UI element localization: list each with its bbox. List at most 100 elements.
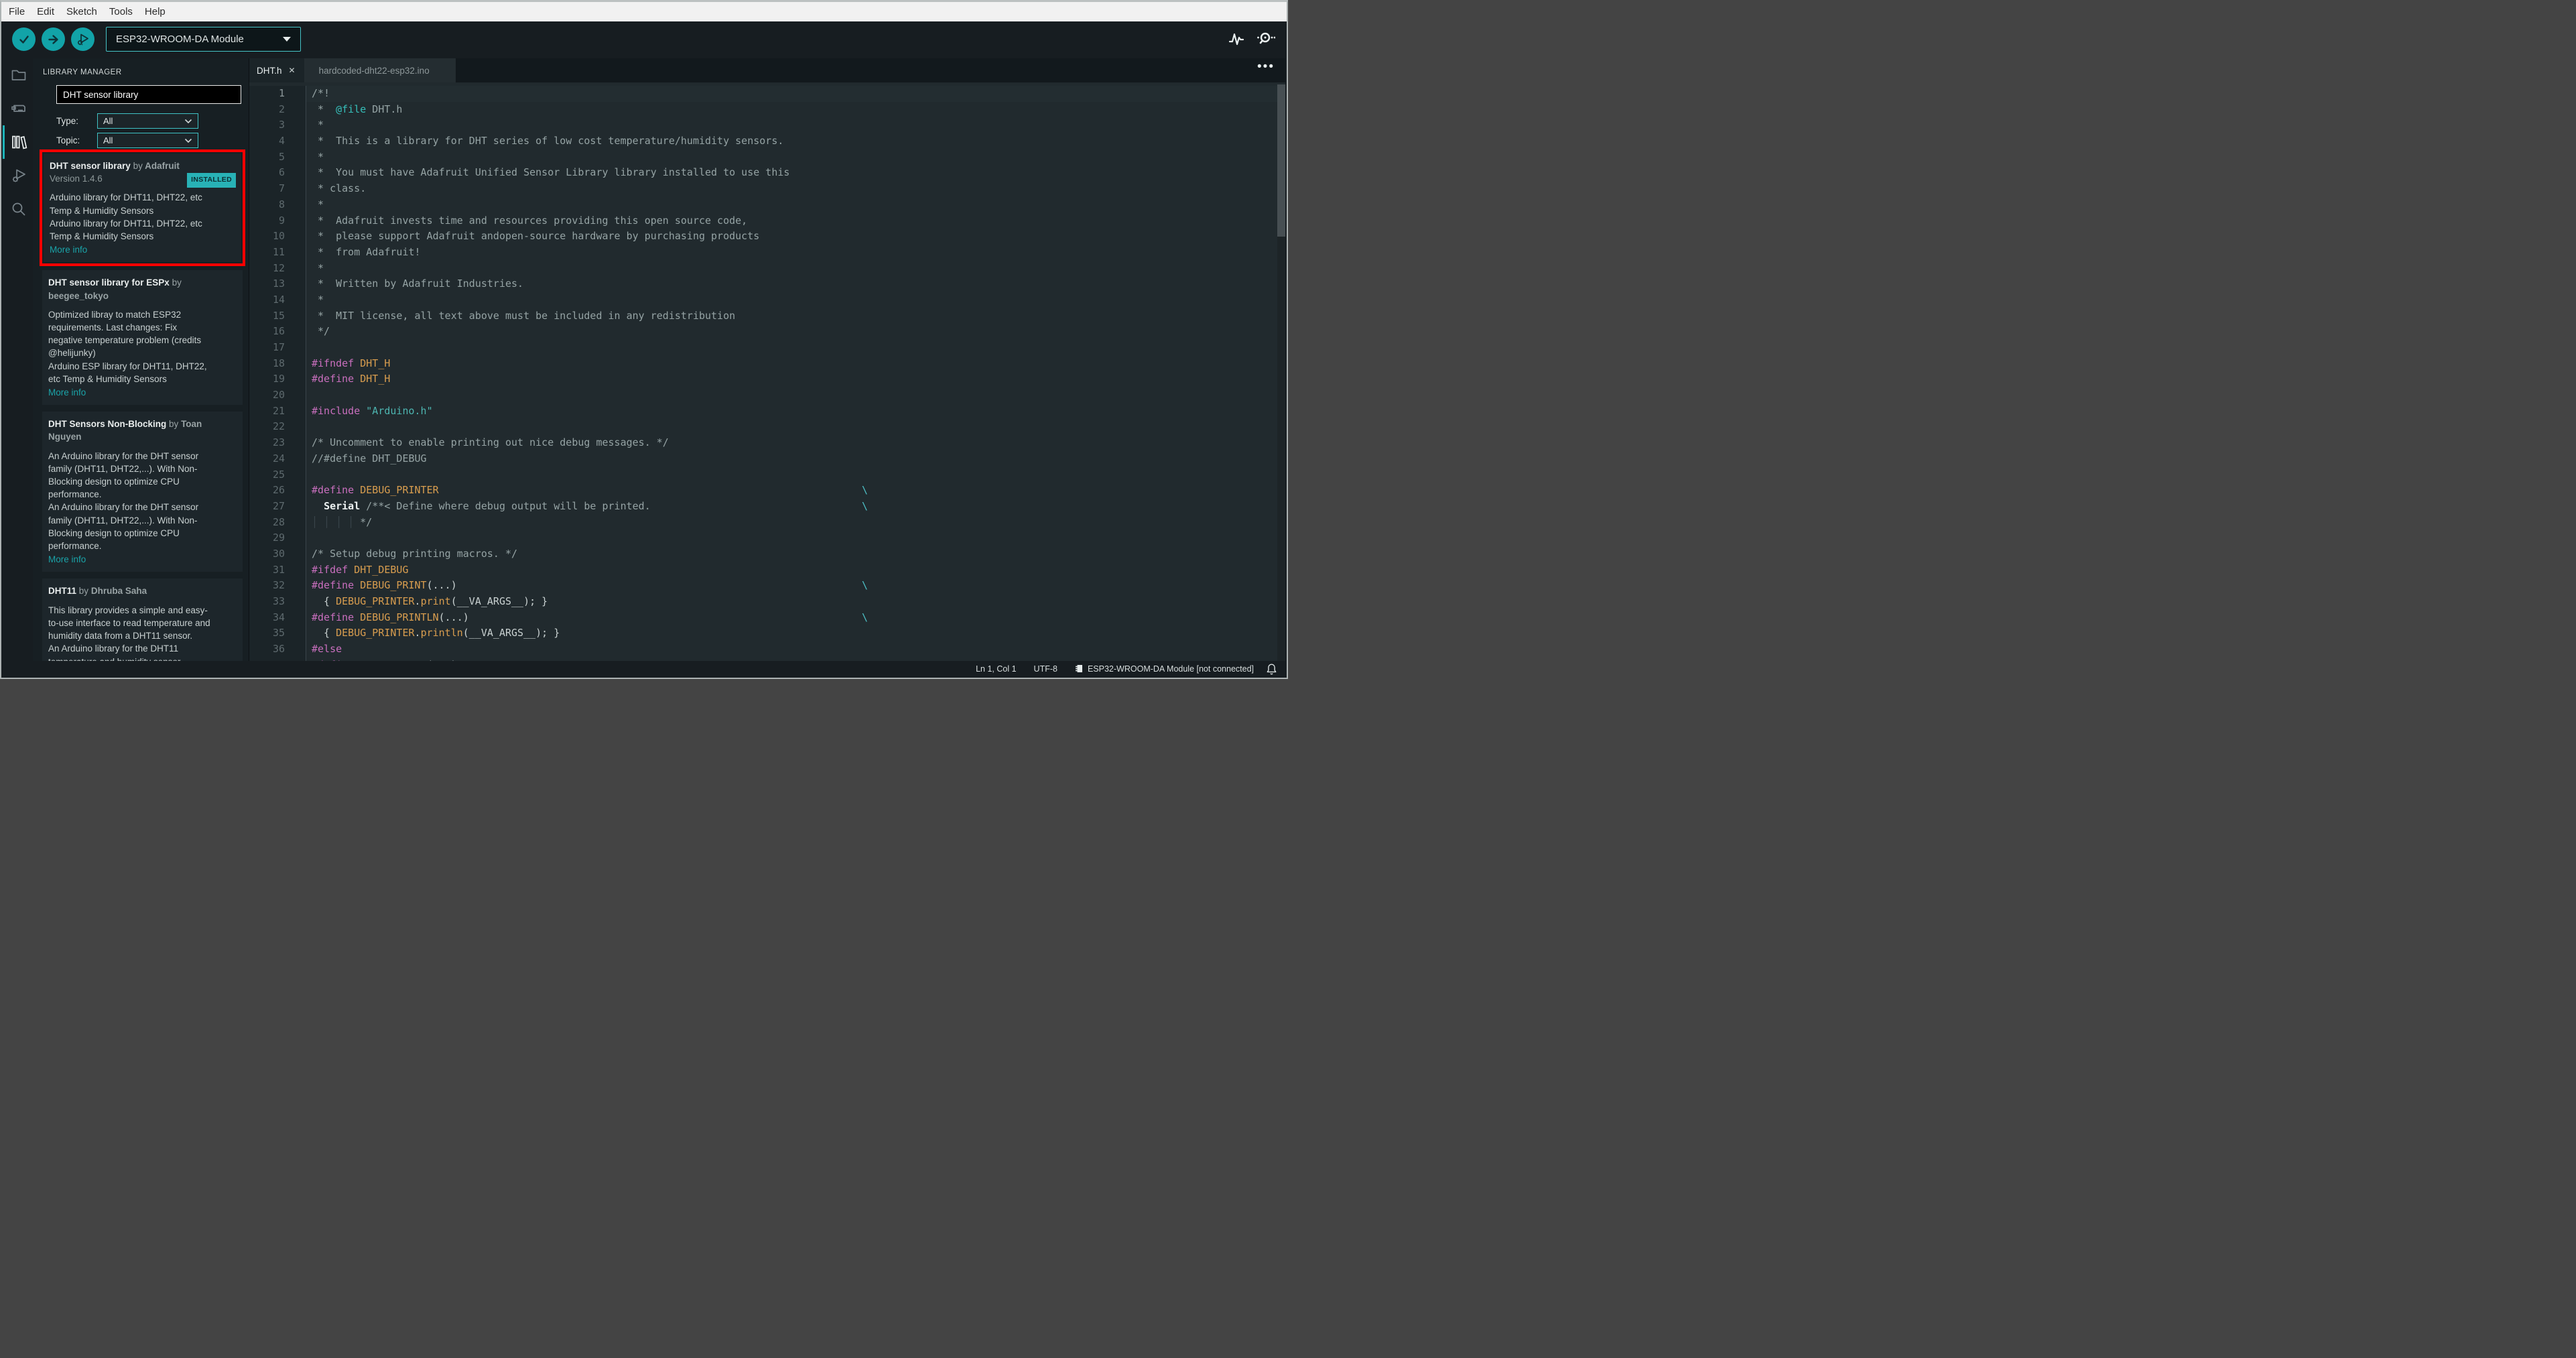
code-token: /* Setup debug printing macros. */: [312, 547, 518, 560]
code-line[interactable]: 1 /*!: [249, 86, 1285, 102]
notifications-button[interactable]: [1266, 663, 1277, 675]
code-text: { DEBUG_PRINTER.println(__VA_ARGS__); }: [306, 625, 1285, 641]
code-line[interactable]: 18 #ifndef DHT_H: [249, 355, 1285, 372]
sidebar-item-boards-manager[interactable]: [3, 92, 33, 125]
library-entry[interactable]: DHT Sensors Non-Blocking by Toan Nguyen A…: [42, 412, 243, 572]
menubar: File Edit Sketch Tools Help: [1, 2, 1287, 21]
more-actions-icon[interactable]: •••: [1257, 60, 1275, 74]
code-token: */: [312, 325, 330, 338]
code-line[interactable]: 10 * please support Adafruit andopen-sou…: [249, 229, 1285, 245]
code-line[interactable]: 6 * You must have Adafruit Unified Senso…: [249, 165, 1285, 182]
board-selector[interactable]: ESP32-WROOM-DA Module: [106, 27, 301, 52]
sidebar-item-search[interactable]: [3, 192, 33, 226]
board-status[interactable]: ESP32-WROOM-DA Module [not connected]: [1075, 664, 1254, 674]
serial-monitor-button[interactable]: [1255, 30, 1275, 48]
verify-button[interactable]: [12, 27, 36, 51]
topic-filter-value: All: [103, 135, 113, 145]
more-info-link[interactable]: More info: [48, 386, 236, 399]
code-line[interactable]: 4 * This is a library for DHT series of …: [249, 133, 1285, 149]
code-token: (...): [438, 611, 469, 623]
library-search-input[interactable]: [56, 85, 241, 104]
line-number: 4: [249, 133, 306, 149]
more-info-link[interactable]: More info: [50, 243, 235, 256]
code-token: "Arduino.h": [366, 404, 433, 417]
code-text: { DEBUG_PRINTER.print(__VA_ARGS__); }: [306, 594, 1285, 610]
code-line[interactable]: 7 * class.: [249, 181, 1285, 197]
code-line[interactable]: 32 #define DEBUG_PRINT(...) \: [249, 578, 1285, 594]
code-line[interactable]: 31 #ifdef DHT_DEBUG: [249, 562, 1285, 578]
code-line[interactable]: 33 { DEBUG_PRINTER.print(__VA_ARGS__); }: [249, 594, 1285, 610]
code-token: * please support Adafruit andopen-source…: [312, 230, 760, 243]
library-entry[interactable]: DHT sensor library for ESPx by beegee_to…: [42, 270, 243, 406]
library-description: An Arduino library for the DHT sensor fa…: [48, 450, 199, 500]
cursor-position[interactable]: Ln 1, Col 1: [976, 664, 1016, 674]
code-text: *: [306, 292, 1285, 308]
close-icon[interactable]: ✕: [289, 66, 296, 75]
code-line[interactable]: 28 │ │ │ │ */: [249, 514, 1285, 531]
chevron-down-icon: [184, 138, 192, 143]
line-number: 8: [249, 196, 306, 213]
start-debug-button[interactable]: [71, 27, 94, 51]
tab-sketch-ino[interactable]: hardcoded-dht22-esp32.ino: [304, 58, 456, 82]
code-line[interactable]: 16 */: [249, 324, 1285, 340]
upload-button[interactable]: [42, 27, 65, 51]
code-line[interactable]: 2 * @file DHT.h: [249, 101, 1285, 118]
type-filter-select[interactable]: All: [97, 113, 198, 129]
code-line[interactable]: 26 #define DEBUG_PRINTER \: [249, 483, 1285, 499]
line-number: 20: [249, 387, 306, 404]
serial-plotter-button[interactable]: [1228, 30, 1244, 48]
code-line[interactable]: 13 * Written by Adafruit Industries.: [249, 276, 1285, 292]
sidebar-item-debug[interactable]: [3, 159, 33, 192]
menu-file[interactable]: File: [3, 6, 31, 17]
more-info-link[interactable]: More info: [48, 553, 236, 566]
code-line[interactable]: 11 * from Adafruit!: [249, 244, 1285, 261]
code-line[interactable]: 22: [249, 419, 1285, 436]
sidebar-item-library-manager[interactable]: [3, 125, 33, 159]
menu-edit[interactable]: Edit: [31, 6, 60, 17]
line-number: 1: [249, 86, 306, 102]
code-line[interactable]: 15 * MIT license, all text above must be…: [249, 308, 1285, 324]
library-name: DHT Sensors Non-Blocking: [48, 419, 167, 430]
library-list: DHT sensor library by Adafruit Version 1.…: [33, 149, 249, 661]
code-line[interactable]: 24 //#define DHT_DEBUG: [249, 450, 1285, 467]
library-entry[interactable]: DHT11 by Dhruba Saha This library provide…: [42, 578, 243, 661]
menu-help[interactable]: Help: [139, 6, 172, 17]
code-line[interactable]: 30 /* Setup debug printing macros. */: [249, 546, 1285, 562]
scrollbar-thumb[interactable]: [1277, 84, 1285, 237]
code-line[interactable]: 19 #define DHT_H: [249, 371, 1285, 388]
code-line[interactable]: 34 #define DEBUG_PRINTLN(...) \: [249, 609, 1285, 626]
code-line[interactable]: 25: [249, 467, 1285, 483]
sidebar-item-sketchbook[interactable]: [3, 58, 33, 92]
code-line[interactable]: 23 /* Uncomment to enable printing out ni…: [249, 435, 1285, 451]
code-line[interactable]: 9 * Adafruit invests time and resources …: [249, 212, 1285, 229]
code-line[interactable]: 35 { DEBUG_PRINTER.println(__VA_ARGS__);…: [249, 625, 1285, 642]
menu-tools[interactable]: Tools: [103, 6, 139, 17]
code-line[interactable]: 36 #else: [249, 641, 1285, 658]
code-line[interactable]: 14 *: [249, 292, 1285, 308]
code-text: * Written by Adafruit Industries.: [306, 276, 1285, 292]
folder-icon: [10, 66, 27, 84]
line-number: 3: [249, 117, 306, 134]
code-line[interactable]: 29: [249, 530, 1285, 546]
code-text: #else: [306, 641, 1285, 658]
line-number: 31: [249, 562, 306, 578]
code-line[interactable]: 17: [249, 340, 1285, 356]
code-line[interactable]: 3 *: [249, 117, 1285, 134]
code-line[interactable]: 12 *: [249, 260, 1285, 277]
tab-dht-h[interactable]: DHT.h ✕: [249, 58, 304, 82]
code-line[interactable]: 20: [249, 387, 1285, 404]
code-line[interactable]: 5 *: [249, 149, 1285, 166]
code-line[interactable]: 27 Serial /**< Define where debug output…: [249, 498, 1285, 515]
code-line[interactable]: 21 #include "Arduino.h": [249, 403, 1285, 420]
code-area[interactable]: 1/*! 2 * @file DHT.h 3 * 4 * This is a libr…: [249, 82, 1285, 661]
menu-sketch[interactable]: Sketch: [60, 6, 103, 17]
code-line[interactable]: 8 *: [249, 196, 1285, 213]
chevron-down-icon: [283, 37, 291, 42]
code-token: #define: [312, 579, 355, 592]
topic-filter-select[interactable]: All: [97, 133, 198, 148]
library-entry[interactable]: DHT sensor library by Adafruit Version 1.…: [44, 153, 241, 263]
encoding[interactable]: UTF-8: [1034, 664, 1057, 674]
